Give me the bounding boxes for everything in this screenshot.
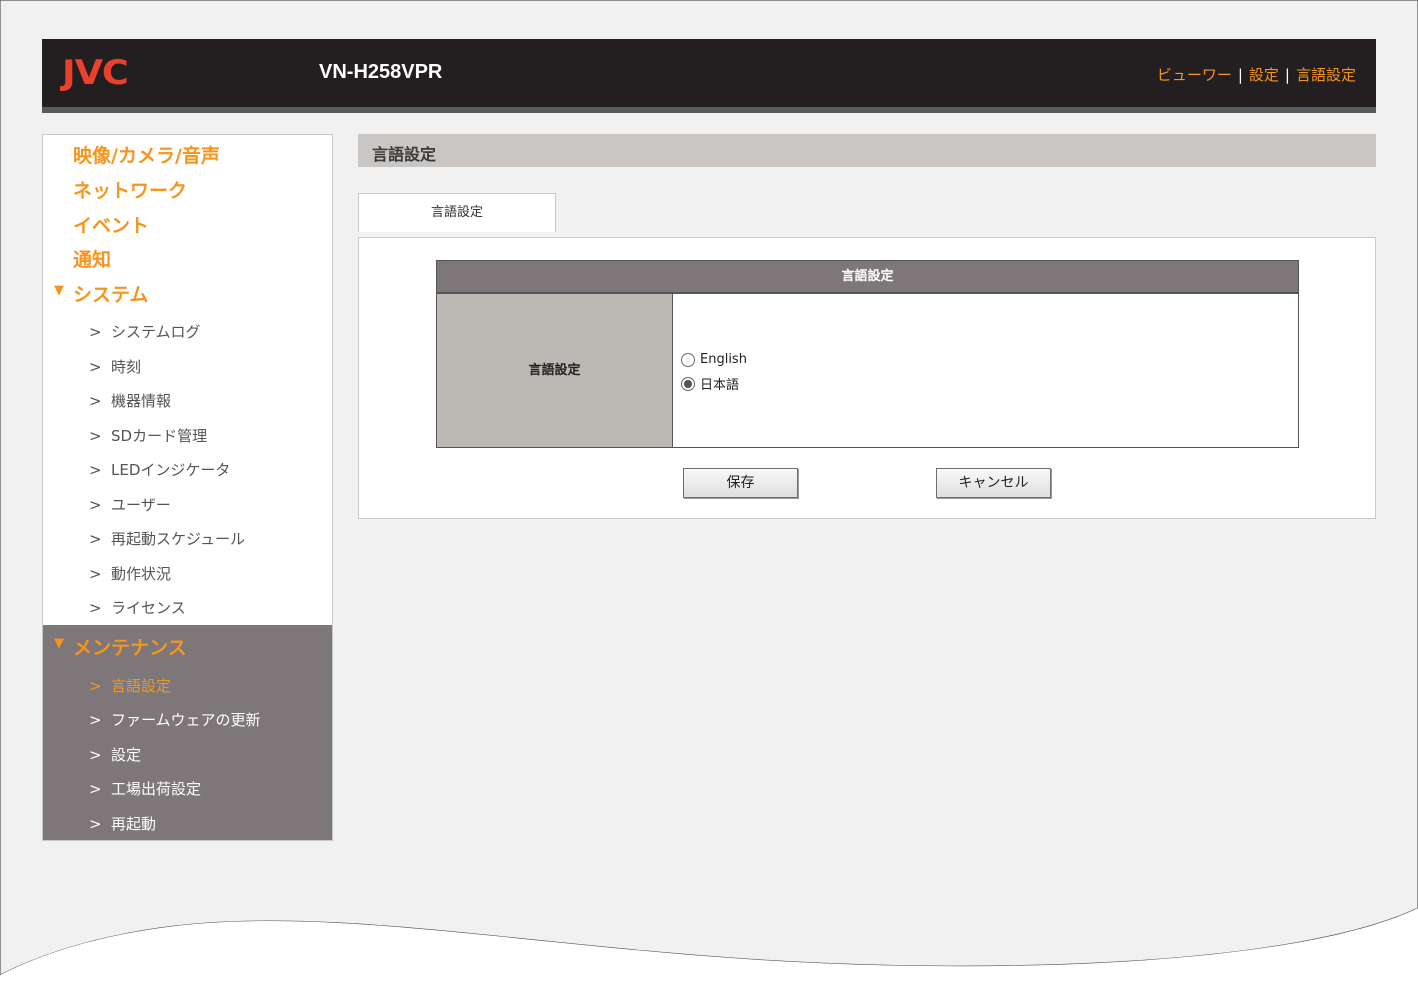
category-label: システム [73,284,149,306]
chevron-right-icon: > [89,565,102,583]
row-value: English 日本語 [673,294,1298,447]
sidebar-category-system[interactable]: ▼ システム [54,280,149,307]
nav-separator: | [1237,66,1243,84]
radio-english-option[interactable]: English [681,352,747,367]
chevron-right-icon: > [89,746,102,764]
chevron-right-icon: > [89,427,102,445]
sidebar-maintenance-section: ▼ メンテナンス > 言語設定 > ファームウェアの更新 > 設定 > 工場出荷設定 > 再… [43,625,332,840]
radio-english-label: English [700,352,747,367]
sidebar-item-license[interactable]: > ライセンス [89,597,186,618]
sidebar-item-time[interactable]: > 時刻 [89,356,141,377]
top-header: JVC VN-H258VPR ビューワー | 設定 | 言語設定 [42,39,1376,113]
nav-settings-link[interactable]: 設定 [1249,66,1279,84]
item-label: 時刻 [111,358,142,376]
category-label: メンテナンス [73,637,187,659]
sidebar-category-notify[interactable]: 通知 [73,245,111,272]
page-title: 言語設定 [372,145,437,164]
item-label: SDカード管理 [111,427,208,445]
chevron-right-icon: > [89,323,102,341]
jvc-logo: JVC [62,53,129,93]
radio-english[interactable] [681,352,695,367]
top-nav: ビューワー | 設定 | 言語設定 [1157,64,1356,85]
page-title-bar: 言語設定 [358,134,1376,167]
sidebar-item-firmware[interactable]: > ファームウェアの更新 [89,709,261,730]
radio-japanese-label: 日本語 [700,378,740,393]
chevron-right-icon: > [89,392,102,410]
sidebar-category-maintenance[interactable]: ▼ メンテナンス [54,633,187,660]
settings-table: 言語設定 言語設定 English 日本語 [436,260,1299,448]
item-label: システムログ [111,323,201,341]
sidebar-category-video[interactable]: 映像/カメラ/音声 [73,141,220,168]
expand-triangle-icon: ▼ [54,283,64,298]
sidebar-item-reboot-schedule[interactable]: > 再起動スケジュール [89,528,245,549]
item-label: 再起動スケジュール [111,530,245,548]
sidebar-item-users[interactable]: > ユーザー [89,494,171,515]
sidebar-item-system-log[interactable]: > システムログ [89,321,201,342]
item-label: LEDインジケータ [111,461,231,479]
chevron-right-icon: > [89,677,102,695]
cancel-button[interactable]: キャンセル [936,468,1051,498]
chevron-right-icon: > [89,496,102,514]
item-label: 言語設定 [111,677,172,695]
chevron-right-icon: > [89,599,102,617]
sidebar-item-language[interactable]: > 言語設定 [89,675,171,696]
sidebar-item-reboot[interactable]: > 再起動 [89,813,156,834]
sidebar-category-event[interactable]: イベント [73,211,149,238]
sidebar-item-settings[interactable]: > 設定 [89,744,141,765]
sidebar-item-factory-reset[interactable]: > 工場出荷設定 [89,778,201,799]
chevron-right-icon: > [89,815,102,833]
item-label: 設定 [111,746,142,764]
chevron-right-icon: > [89,711,102,729]
item-label: 機器情報 [111,392,172,410]
table-header: 言語設定 [437,261,1298,294]
expand-triangle-icon: ▼ [54,636,64,651]
sidebar-item-sd-card[interactable]: > SDカード管理 [89,425,207,446]
nav-separator: | [1284,66,1290,84]
category-label: ネットワーク [73,180,188,202]
sidebar-item-status[interactable]: > 動作状況 [89,563,171,584]
nav-language-link[interactable]: 言語設定 [1296,66,1356,84]
nav-viewer-link[interactable]: ビューワー [1157,66,1232,84]
settings-panel: 言語設定 言語設定 English 日本語 保存 キャンセル [358,237,1376,519]
chevron-right-icon: > [89,461,102,479]
item-label: ファームウェアの更新 [111,711,261,729]
sidebar-item-led[interactable]: > LEDインジケータ [89,459,230,480]
item-label: ユーザー [111,496,171,514]
item-label: 動作状況 [111,565,172,583]
tab-language[interactable]: 言語設定 [358,193,556,232]
chevron-right-icon: > [89,530,102,548]
item-label: 再起動 [111,815,157,833]
category-label: 通知 [73,249,112,271]
sidebar-item-device-info[interactable]: > 機器情報 [89,390,171,411]
save-button[interactable]: 保存 [683,468,798,498]
radio-japanese-option[interactable]: 日本語 [681,374,739,393]
row-label: 言語設定 [437,294,673,447]
chevron-right-icon: > [89,358,102,376]
sidebar: 映像/カメラ/音声 ネットワーク イベント 通知 ▼ システム > システムログ >… [42,134,333,841]
sidebar-category-network[interactable]: ネットワーク [73,176,187,203]
chevron-right-icon: > [89,780,102,798]
category-label: 映像/カメラ/音声 [73,145,220,167]
radio-japanese[interactable] [681,376,695,391]
category-label: イベント [73,215,150,237]
item-label: ライセンス [111,599,186,617]
item-label: 工場出荷設定 [111,780,202,798]
model-name: VN-H258VPR [319,61,443,83]
